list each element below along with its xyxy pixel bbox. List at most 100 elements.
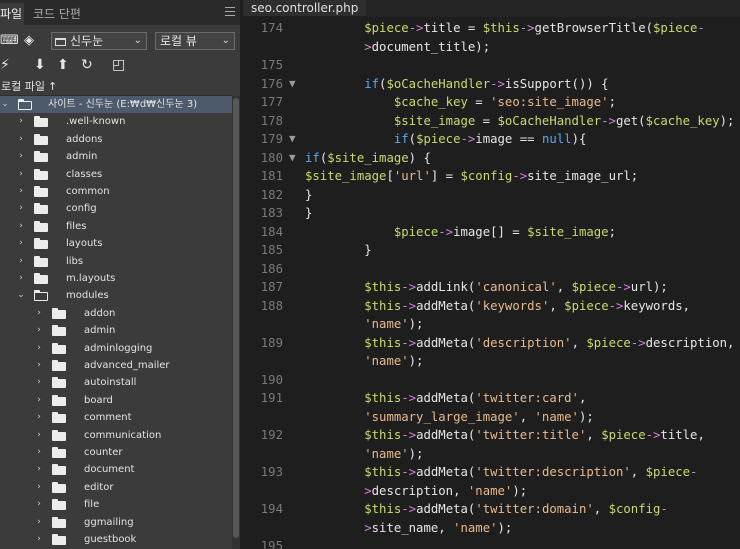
file-tree-label: m.layouts — [66, 273, 116, 284]
code-line: 184 $piece->image[] = $site_image; — [243, 223, 740, 242]
file-tree-row[interactable]: › admin — [0, 322, 232, 339]
expand-panel-icon[interactable]: ◰ — [112, 54, 125, 76]
chevron-right-icon[interactable]: › — [34, 531, 44, 548]
fold-arrow-icon[interactable]: ▼ — [289, 130, 296, 149]
code-line: 178 $site_image = $oCacheHandler->get($c… — [243, 112, 740, 131]
chevron-right-icon[interactable]: › — [34, 322, 44, 339]
file-tree-row[interactable]: ⌄ 사이트 - 신두눈 (E:₩d₩신두눈 3) — [0, 96, 232, 114]
chevron-right-icon[interactable]: › — [16, 113, 26, 130]
get-files-down-arrow-icon[interactable]: ⬇ — [34, 54, 46, 76]
file-tree-row[interactable]: › communication — [0, 427, 232, 444]
code-text: $this->addMeta('description', $piece->de… — [364, 335, 735, 350]
file-tree-row[interactable]: › classes — [0, 166, 232, 183]
chevron-right-icon[interactable]: › — [16, 235, 26, 252]
file-tree-row[interactable]: › board — [0, 392, 232, 409]
file-tree-row[interactable]: › .well-known — [0, 113, 232, 130]
file-tree-label: autoinstall — [84, 377, 137, 389]
chevron-right-icon[interactable]: › — [34, 340, 44, 357]
panel-menu-icon[interactable] — [225, 7, 235, 16]
file-tree-row[interactable]: › libs — [0, 253, 232, 270]
file-tree-row[interactable]: › common — [0, 183, 232, 200]
chevron-right-icon[interactable]: › — [34, 374, 44, 391]
file-tree-row[interactable]: › guestbook — [0, 531, 232, 548]
file-tree-row[interactable]: › adminlogging — [0, 340, 232, 357]
file-tree-row[interactable]: › advanced_mailer — [0, 357, 232, 374]
chevron-right-icon[interactable]: › — [16, 131, 26, 148]
chevron-right-icon[interactable]: › — [34, 427, 44, 444]
chevron-right-icon[interactable]: › — [34, 392, 44, 409]
file-tree-row[interactable]: › addon — [0, 305, 232, 322]
code-line: 'summary_large_image', 'name'); — [243, 408, 740, 427]
chevron-right-icon[interactable]: › — [16, 166, 26, 183]
file-tree-row[interactable]: › counter — [0, 444, 232, 461]
code-text: $cache_key = 'seo:site_image'; — [393, 95, 616, 109]
file-tree-row[interactable]: › ggmailing — [0, 514, 232, 531]
folder-icon — [34, 203, 48, 215]
line-number: 179 — [260, 132, 283, 146]
scrollbar-thumb[interactable] — [233, 98, 239, 538]
fold-arrow-icon[interactable]: ▼ — [289, 75, 296, 94]
file-tree-row[interactable]: › autoinstall — [0, 374, 232, 391]
chevron-right-icon[interactable]: › — [34, 514, 44, 531]
file-tree-row[interactable]: › admin — [0, 148, 232, 165]
file-tree-scrollbar[interactable] — [232, 96, 240, 549]
editor-tab-file[interactable]: seo.controller.php — [243, 0, 367, 17]
file-tree-row[interactable]: › editor — [0, 479, 232, 496]
fold-arrow-icon[interactable]: ▼ — [289, 149, 296, 168]
chevron-right-icon[interactable]: › — [16, 148, 26, 165]
chevron-right-icon[interactable]: › — [34, 444, 44, 461]
code-line: >site_name, 'name'); — [243, 519, 740, 538]
folder-icon — [34, 220, 48, 232]
chevron-down-icon[interactable]: ⌄ — [0, 96, 10, 113]
file-tree-label: advanced_mailer — [84, 360, 170, 371]
tab-files[interactable]: 파일 — [0, 3, 24, 25]
disconnect-icon[interactable]: ⚡ — [0, 54, 10, 76]
line-number: 184 — [260, 224, 283, 239]
code-line: 183} — [243, 204, 740, 223]
chevron-right-icon[interactable]: › — [16, 218, 26, 235]
code-text: if($oCacheHandler->isSupport()) { — [364, 76, 609, 91]
file-tree-row[interactable]: › document — [0, 461, 232, 478]
chevron-right-icon[interactable]: › — [34, 479, 44, 496]
chevron-right-icon[interactable]: › — [34, 409, 44, 426]
line-number: 192 — [260, 428, 283, 442]
chevron-right-icon[interactable]: › — [16, 200, 26, 217]
code-area[interactable]: 174 $piece->title = $this->getBrowserTit… — [243, 19, 740, 549]
site-select-value: 신두눈 — [70, 34, 104, 48]
tab-code-snippets[interactable]: 코드 단편 — [33, 3, 81, 25]
file-tree-row[interactable]: › layouts — [0, 235, 232, 252]
chevron-right-icon[interactable]: › — [34, 461, 44, 478]
put-files-up-arrow-icon[interactable]: ⬆ — [57, 54, 69, 76]
file-tree-row[interactable]: ⌄ modules — [0, 287, 232, 304]
file-tree-row[interactable]: › files — [0, 218, 232, 235]
chevron-right-icon[interactable]: › — [16, 183, 26, 200]
local-files-header[interactable]: 로컬 파일 ↑ — [0, 78, 232, 96]
chevron-right-icon[interactable]: › — [34, 357, 44, 374]
chevron-right-icon[interactable]: › — [34, 305, 44, 322]
chevron-right-icon[interactable]: › — [34, 496, 44, 513]
code-text: $site_image['url'] = $config->site_image… — [305, 169, 639, 183]
code-line: >document_title); — [243, 38, 740, 57]
folder-icon — [52, 325, 66, 337]
file-tree-row[interactable]: › addons — [0, 131, 232, 148]
editor-tab-bar: seo.controller.php — [243, 0, 740, 17]
connect-icon[interactable]: ⌨ — [0, 31, 19, 51]
file-tree-row[interactable]: › m.layouts — [0, 270, 232, 287]
code-line: 'name'); — [243, 445, 740, 464]
code-text: 'name'); — [364, 354, 424, 368]
file-tree-row[interactable]: › config — [0, 200, 232, 217]
line-number: 181 — [260, 169, 283, 183]
line-number: 182 — [260, 187, 283, 202]
view-select[interactable]: 로컬 뷰 ⌄ — [155, 32, 235, 50]
file-tree-row[interactable]: › comment — [0, 409, 232, 426]
site-select[interactable]: 신두눈 ⌄ — [51, 32, 147, 50]
chevron-right-icon[interactable]: › — [16, 270, 26, 287]
code-text: } — [305, 206, 313, 220]
chevron-right-icon[interactable]: › — [16, 253, 26, 270]
sync-diamond-icon[interactable]: ◈ — [24, 31, 34, 51]
line-number: 176 — [260, 76, 283, 91]
code-text: $this->addMeta('twitter:title', $piece->… — [364, 428, 705, 442]
refresh-icon[interactable]: ↻ — [81, 54, 93, 76]
file-tree-row[interactable]: › file — [0, 496, 232, 513]
chevron-down-icon[interactable]: ⌄ — [16, 287, 26, 304]
